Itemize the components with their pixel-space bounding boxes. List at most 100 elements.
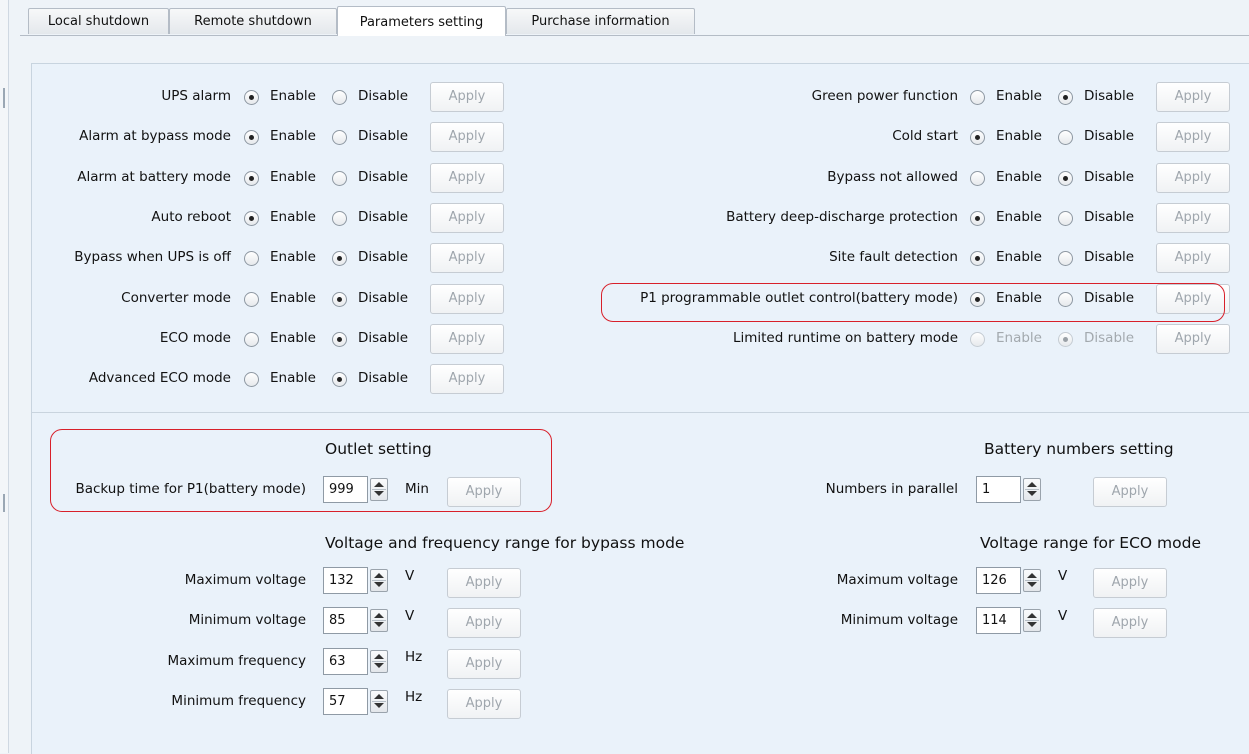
minimum-voltage-stepper[interactable]: 85 [323,607,389,635]
maximum-frequency-stepper[interactable]: 63 [323,647,389,675]
tab-local-shutdown[interactable]: Local shutdown [28,8,169,34]
stepper-arrows-icon[interactable] [370,649,388,673]
disable-radio[interactable] [1058,291,1073,307]
enable-radio[interactable] [244,170,259,186]
enable-label: Enable [996,88,1042,104]
option-label: Bypass when UPS is off [74,249,231,266]
stepper-arrows-icon[interactable] [1023,478,1041,501]
disable-radio[interactable] [332,210,347,226]
backup-time-input[interactable]: 999 [323,476,368,503]
tab-remote-shutdown[interactable]: Remote shutdown [169,8,337,34]
minimum-voltage-input[interactable]: 114 [976,607,1021,635]
enable-radio[interactable] [970,210,985,226]
maximum-voltage-stepper[interactable]: 132 [323,567,389,594]
enable-radio[interactable] [970,291,985,307]
enable-radio[interactable] [970,90,985,105]
option-label: P1 programmable outlet control(battery m… [640,289,958,306]
maximum-voltage-label: Maximum voltage [184,572,306,588]
minimum-frequency-input[interactable]: 57 [323,687,368,715]
enable-label: Enable [996,249,1042,266]
stepper-arrows-icon[interactable] [370,609,388,633]
maximum-frequency-unit: Hz [405,648,423,665]
maximum-voltage-unit: V [405,568,415,584]
apply-button[interactable]: Apply [430,243,504,274]
tab-parameters-setting[interactable]: Parameters setting [337,6,506,36]
disable-label: Disable [358,208,409,225]
disable-radio[interactable] [332,331,347,347]
disable-radio[interactable] [332,170,347,186]
maximum-voltage-apply-button[interactable]: Apply [1093,568,1167,598]
disable-radio[interactable] [1058,170,1073,186]
minimum-voltage-input[interactable]: 85 [323,607,368,635]
apply-button[interactable]: Apply [1156,243,1230,274]
disable-radio[interactable] [332,90,347,105]
splitter-grip[interactable] [3,494,5,512]
enable-radio[interactable] [244,372,259,388]
apply-button[interactable]: Apply [430,82,504,112]
maximum-voltage-input[interactable]: 132 [323,567,368,594]
maximum-frequency-input[interactable]: 63 [323,647,368,675]
enable-label: Enable [270,329,316,346]
disable-radio[interactable] [332,291,347,307]
enable-radio[interactable] [244,291,259,307]
maximum-voltage-input[interactable]: 126 [976,567,1021,594]
enable-label: Enable [996,329,1042,346]
maximum-voltage-apply-button[interactable]: Apply [447,568,521,598]
tab-purchase-information[interactable]: Purchase information [506,8,695,34]
apply-button[interactable]: Apply [430,283,504,314]
backup-time-label: Backup time for P1(battery mode) [75,481,306,497]
apply-button[interactable]: Apply [430,202,504,233]
apply-button[interactable]: Apply [430,122,504,153]
numbers-parallel-apply-button[interactable]: Apply [1093,477,1167,507]
stepper-arrows-icon[interactable] [1023,609,1041,633]
enable-radio [970,331,985,347]
enable-label: Enable [996,128,1042,145]
disable-label: Disable [358,168,409,185]
disable-radio[interactable] [1058,90,1073,105]
numbers-parallel-stepper[interactable]: 1 [976,476,1042,503]
apply-button[interactable]: Apply [1156,323,1230,354]
backup-time-stepper[interactable]: 999 [323,476,389,503]
minimum-voltage-apply-button[interactable]: Apply [447,608,521,639]
enable-label: Enable [270,88,316,104]
stepper-arrows-icon[interactable] [370,478,388,501]
battery-numbers-title: Battery numbers setting [984,440,1174,458]
stepper-arrows-icon[interactable] [370,569,388,592]
minimum-voltage-apply-button[interactable]: Apply [1093,608,1167,639]
section-divider [32,412,1249,413]
enable-radio[interactable] [244,210,259,226]
enable-label: Enable [270,249,316,266]
stepper-arrows-icon[interactable] [1023,569,1041,592]
disable-label: Disable [1084,208,1135,225]
apply-button[interactable]: Apply [1156,283,1230,314]
apply-button[interactable]: Apply [1156,82,1230,112]
outlet-setting-title: Outlet setting [325,440,432,458]
apply-button[interactable]: Apply [1156,162,1230,193]
enable-radio[interactable] [970,170,985,186]
enable-radio[interactable] [244,90,259,105]
numbers-parallel-input[interactable]: 1 [976,476,1021,503]
disable-label: Disable [1084,289,1135,306]
backup-time-unit: Min [405,481,429,497]
enable-radio[interactable] [244,331,259,347]
enable-label: Enable [270,128,316,145]
minimum-frequency-apply-button[interactable]: Apply [447,688,521,719]
stepper-arrows-icon[interactable] [370,689,388,713]
apply-button[interactable]: Apply [430,323,504,354]
enable-label: Enable [996,208,1042,225]
disable-label: Disable [1084,249,1135,266]
disable-label: Disable [1084,168,1135,185]
disable-label: Disable [1084,329,1135,346]
apply-button[interactable]: Apply [1156,122,1230,153]
minimum-frequency-stepper[interactable]: 57 [323,687,389,715]
disable-label: Disable [358,370,409,387]
backup-time-apply-button[interactable]: Apply [447,477,521,507]
maximum-frequency-apply-button[interactable]: Apply [447,648,521,679]
disable-radio[interactable] [332,372,347,388]
minimum-voltage-stepper[interactable]: 114 [976,607,1042,635]
disable-radio[interactable] [1058,210,1073,226]
apply-button[interactable]: Apply [1156,202,1230,233]
maximum-voltage-stepper[interactable]: 126 [976,567,1042,594]
apply-button[interactable]: Apply [430,364,504,395]
apply-button[interactable]: Apply [430,162,504,193]
